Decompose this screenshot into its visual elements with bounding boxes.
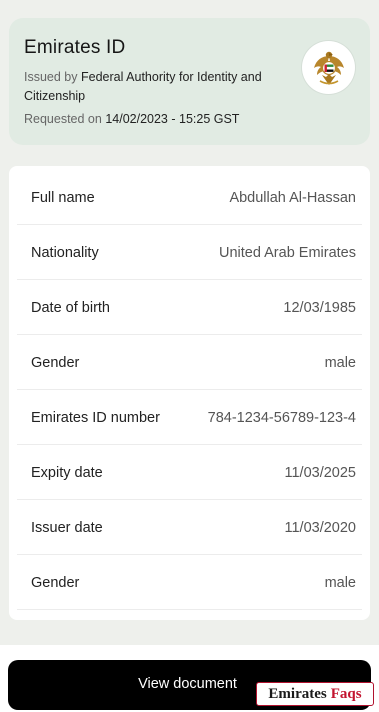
emirates-faqs-watermark: Emirates Faqs [256, 682, 374, 706]
detail-row-expiry-date: Expity date 11/03/2025 [17, 446, 362, 500]
detail-label: Expity date [31, 464, 103, 481]
identity-details-card: Full name Abdullah Al-Hassan Nationality… [9, 166, 370, 620]
detail-value: 11/03/2025 [284, 464, 357, 481]
detail-label: Issuer date [31, 519, 103, 536]
detail-value: United Arab Emirates [218, 244, 356, 261]
card-title: Emirates ID [24, 37, 126, 58]
watermark-word-1: Emirates [268, 685, 327, 702]
emirates-id-summary-card: Emirates ID Issued by Federal Authority … [9, 18, 370, 145]
detail-row-gender: Gender male [17, 336, 362, 390]
detail-value: 11/03/2020 [284, 519, 357, 536]
requested-on-text: Requested on 14/02/2023 - 15:25 GST [24, 112, 239, 126]
detail-value: 12/03/1985 [283, 299, 356, 316]
detail-value: 784-1234-56789-123-4 [207, 409, 356, 426]
detail-label: Date of birth [31, 299, 110, 316]
detail-label: Full name [31, 189, 95, 206]
detail-row-full-name: Full name Abdullah Al-Hassan [17, 171, 362, 225]
detail-label: Nationality [31, 244, 99, 261]
detail-row-date-of-birth: Date of birth 12/03/1985 [17, 281, 362, 335]
view-document-label: View document [138, 676, 237, 692]
detail-value: Abdullah Al-Hassan [229, 189, 356, 206]
detail-row-emirates-id-number: Emirates ID number 784-1234-56789-123-4 [17, 391, 362, 445]
requested-prefix: Requested on [24, 112, 102, 126]
detail-label: Gender [31, 574, 80, 591]
detail-value: male [324, 574, 356, 591]
detail-label: Emirates ID number [31, 409, 160, 426]
requested-datetime: 14/02/2023 - 15:25 GST [105, 112, 240, 126]
issued-by-text: Issued by Federal Authority for Identity… [24, 68, 294, 106]
detail-value: male [324, 354, 356, 371]
detail-row-issue-date: Issuer date 11/03/2020 [17, 501, 362, 555]
detail-row-nationality: Nationality United Arab Emirates [17, 226, 362, 280]
issued-by-prefix: Issued by [24, 70, 78, 84]
detail-row-gender-2: Gender male [17, 556, 362, 610]
watermark-word-2: Faqs [330, 685, 362, 702]
detail-label: Gender [31, 354, 80, 371]
uae-emblem-icon [302, 41, 355, 94]
